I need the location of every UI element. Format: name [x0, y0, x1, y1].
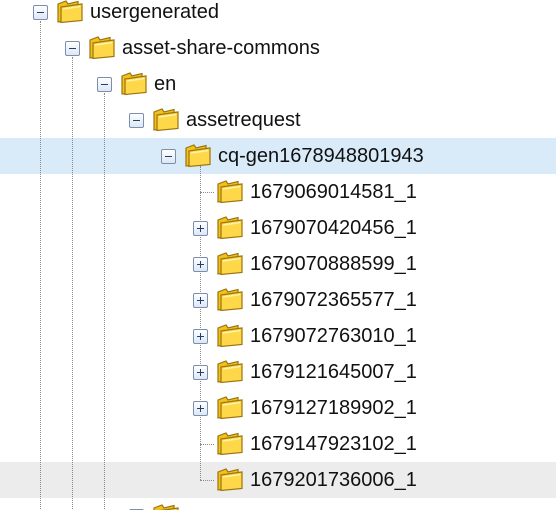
- expand-toggle-icon[interactable]: [193, 329, 208, 344]
- content-tree: usergenerated asset-share-commons en assetr…: [0, 0, 556, 510]
- folder-icon: [152, 106, 180, 132]
- collapse-toggle-icon[interactable]: [129, 113, 144, 128]
- folder-icon: [216, 394, 244, 420]
- tree-node-label[interactable]: 1679070888599_1: [250, 246, 417, 282]
- tree-node-label[interactable]: 1679072763010_1: [250, 318, 417, 354]
- tree-guide-line: [72, 57, 73, 510]
- expand-toggle-icon[interactable]: [193, 293, 208, 308]
- tree-node-label[interactable]: 1679201736006_1: [250, 462, 417, 498]
- folder-icon: [88, 34, 116, 60]
- tree-connector-line: [200, 166, 201, 480]
- folder-icon: [120, 70, 148, 96]
- tree-connector-branch: [200, 192, 214, 193]
- expand-toggle-icon[interactable]: [193, 365, 208, 380]
- collapse-toggle-icon[interactable]: [161, 149, 176, 164]
- folder-icon: [152, 502, 180, 510]
- expand-toggle-icon[interactable]: [193, 221, 208, 236]
- folder-icon: [184, 142, 212, 168]
- tree-node-label[interactable]: en: [154, 66, 176, 102]
- tree-node-label[interactable]: usergenerated: [90, 0, 219, 30]
- folder-icon: [216, 466, 244, 492]
- tree-node-label[interactable]: 1679070420456_1: [250, 210, 417, 246]
- tree-node-label[interactable]: 1679147923102_1: [250, 426, 417, 462]
- tree-guide-line: [40, 21, 41, 510]
- collapse-toggle-icon[interactable]: [97, 77, 112, 92]
- folder-icon: [216, 250, 244, 276]
- folder-icon: [56, 0, 84, 24]
- folder-icon: [216, 430, 244, 456]
- tree-node-label[interactable]: asset-share-commons: [122, 30, 320, 66]
- tree-node-label[interactable]: 1679072365577_1: [250, 282, 417, 318]
- tree-node-label[interactable]: 1679121645007_1: [250, 354, 417, 390]
- expand-toggle-icon[interactable]: [193, 257, 208, 272]
- folder-icon: [216, 322, 244, 348]
- collapse-toggle-icon[interactable]: [65, 41, 80, 56]
- tree-node-label[interactable]: assetrequest: [186, 102, 301, 138]
- tree-node-label[interactable]: 1679069014581_1: [250, 174, 417, 210]
- tree-node-label[interactable]: cq-gen1678948801943: [218, 138, 424, 174]
- expand-toggle-icon[interactable]: [193, 401, 208, 416]
- tree-connector-branch: [200, 444, 214, 445]
- folder-icon: [216, 286, 244, 312]
- tree-guide-line: [104, 93, 105, 510]
- folder-icon: [216, 178, 244, 204]
- collapse-toggle-icon[interactable]: [33, 5, 48, 20]
- folder-icon: [216, 358, 244, 384]
- tree-node-label[interactable]: 1679127189902_1: [250, 390, 417, 426]
- folder-icon: [216, 214, 244, 240]
- tree-connector-branch: [200, 480, 214, 481]
